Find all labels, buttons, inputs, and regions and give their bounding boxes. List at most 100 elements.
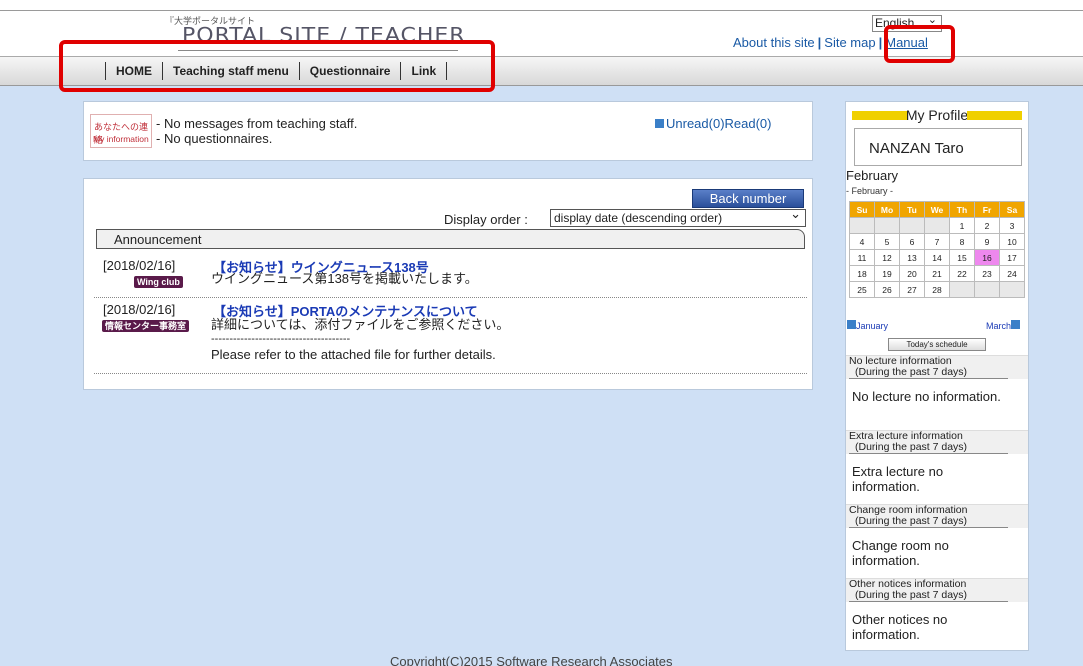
- calendar-day[interactable]: 1: [949, 217, 975, 234]
- about-link[interactable]: About this site: [733, 35, 815, 50]
- sitemap-link[interactable]: Site map: [824, 35, 875, 50]
- info-heading: Change room information (During the past …: [846, 504, 1028, 528]
- profile-heading: My Profile: [846, 107, 1028, 125]
- nav-teaching-staff-menu[interactable]: Teaching staff menu: [163, 62, 300, 80]
- profile-sidebar: My Profile NANZAN Taro February - Februa…: [845, 101, 1029, 651]
- calendar-day[interactable]: 23: [974, 265, 1000, 282]
- info-body: No lecture no information.: [852, 389, 1001, 404]
- info-body: Extra lecture no information.: [852, 464, 944, 494]
- calendar-day[interactable]: 11: [849, 249, 875, 266]
- calendar-day[interactable]: 19: [874, 265, 900, 282]
- weekday-mon: Mo: [874, 201, 900, 218]
- announcements-panel: Back number Display order : display date…: [83, 178, 813, 390]
- todays-schedule-button[interactable]: Today's schedule: [888, 338, 986, 351]
- info-subtitle: (During the past 7 days): [849, 442, 1008, 454]
- calendar-day[interactable]: 28: [924, 281, 950, 298]
- announcement-body-divider: --------------------------------------: [211, 333, 351, 345]
- manual-link[interactable]: Manual: [885, 35, 928, 50]
- calendar-day[interactable]: 7: [924, 233, 950, 250]
- calendar-day[interactable]: 14: [924, 249, 950, 266]
- announcement-item: [2018/02/16] Wing club 【お知らせ】ウイングニュース138…: [94, 258, 807, 298]
- profile-heading-label: My Profile: [905, 107, 969, 123]
- calendar-day[interactable]: 8: [949, 233, 975, 250]
- announcement-date: [2018/02/16]: [103, 258, 176, 273]
- announcement-badge: Wing club: [134, 276, 183, 288]
- header-divider: [0, 10, 1083, 11]
- calendar-day[interactable]: 2: [974, 217, 1000, 234]
- calendar-day[interactable]: 25: [849, 281, 875, 298]
- calendar-blank: [924, 217, 950, 234]
- icon-label-en: My information: [93, 134, 149, 144]
- info-heading: No lecture information (During the past 7…: [846, 355, 1028, 379]
- calendar-day[interactable]: 24: [999, 265, 1025, 282]
- info-heading: Extra lecture information (During the pas…: [846, 430, 1028, 454]
- weekday-sat: Sa: [999, 201, 1025, 218]
- logo-underline: [178, 50, 458, 51]
- nav-link[interactable]: Link: [401, 62, 448, 80]
- messages-panel: あなたへの連絡 My information - No messages fro…: [83, 101, 813, 161]
- site-logo[interactable]: PORTAL SITE / TEACHER: [182, 24, 466, 47]
- weekday-tue: Tu: [899, 201, 925, 218]
- calendar-blank: [999, 281, 1025, 298]
- calendar-day[interactable]: 6: [899, 233, 925, 250]
- calendar-day[interactable]: 9: [974, 233, 1000, 250]
- info-body: Other notices no information.: [852, 612, 948, 642]
- announcement-body: ウイングニュース第138号を掲載いたします。: [211, 271, 478, 286]
- calendar-day[interactable]: 13: [899, 249, 925, 266]
- weekday-fri: Fr: [974, 201, 1000, 218]
- calendar-blank: [974, 281, 1000, 298]
- language-select[interactable]: English: [872, 15, 942, 32]
- arrow-right-icon: [655, 119, 664, 128]
- weekday-wed: We: [924, 201, 950, 218]
- announcement-badge: 情報センター事務室: [102, 320, 190, 332]
- calendar-day-today[interactable]: 16: [974, 249, 1000, 266]
- calendar-blank: [874, 217, 900, 234]
- announcement-item: [2018/02/16] 情報センター事務室 【お知らせ】PORTAのメンテナン…: [94, 302, 807, 374]
- calendar-day[interactable]: 18: [849, 265, 875, 282]
- arrow-left-icon: [847, 320, 856, 329]
- heading-bar: [852, 111, 907, 120]
- calendar-day[interactable]: 12: [874, 249, 900, 266]
- announcement-body: Please refer to the attached file for fu…: [211, 347, 496, 362]
- calendar-day[interactable]: 27: [899, 281, 925, 298]
- nav-questionnaire[interactable]: Questionnaire: [300, 62, 402, 80]
- message-line: - No messages from teaching staff.: [156, 116, 358, 131]
- weekday-thu: Th: [949, 201, 975, 218]
- calendar-blank: [899, 217, 925, 234]
- heading-bar: [967, 111, 1022, 120]
- calendar-day[interactable]: 22: [949, 265, 975, 282]
- nav-home[interactable]: HOME: [106, 62, 163, 80]
- calendar-day[interactable]: 26: [874, 281, 900, 298]
- calendar-blank: [849, 217, 875, 234]
- header: 『大学ポータルサイト PORTAL SITE / TEACHER English…: [0, 0, 1083, 56]
- weekday-sun: Su: [849, 201, 875, 218]
- display-order-label: Display order :: [444, 212, 528, 227]
- calendar-day[interactable]: 4: [849, 233, 875, 250]
- calendar-subtitle: - February -: [846, 186, 894, 196]
- main-nav: HOME Teaching staff menu Questionnaire L…: [0, 56, 1083, 86]
- calendar-day[interactable]: 5: [874, 233, 900, 250]
- calendar-day[interactable]: 10: [999, 233, 1025, 250]
- announcement-header: Announcement: [96, 229, 805, 249]
- calendar-day[interactable]: 21: [924, 265, 950, 282]
- unread-read-link[interactable]: Unread(0)Read(0): [655, 116, 772, 131]
- info-heading: Other notices information (During the pas…: [846, 578, 1028, 602]
- back-number-button[interactable]: Back number: [692, 189, 804, 208]
- profile-name: NANZAN Taro: [854, 128, 1022, 166]
- unread-read-label: Unread(0)Read(0): [666, 116, 772, 131]
- calendar-day[interactable]: 20: [899, 265, 925, 282]
- calendar-next-label: March: [986, 321, 1012, 331]
- display-order-select[interactable]: display date (descending order): [550, 206, 806, 227]
- calendar-day[interactable]: 3: [999, 217, 1025, 234]
- calendar-day[interactable]: 15: [949, 249, 975, 266]
- announcement-date: [2018/02/16]: [103, 302, 176, 317]
- calendar-next-month[interactable]: March: [986, 320, 1021, 331]
- my-information-icon[interactable]: あなたへの連絡 My information: [90, 114, 152, 148]
- calendar-prev-month[interactable]: January: [847, 320, 888, 331]
- top-links: About this site | Site map | Manual: [733, 35, 928, 50]
- calendar: Su Mo Tu We Th Fr Sa 123 4 5 6 7 8 9 10 11 12 13…: [849, 201, 1025, 298]
- info-subtitle: (During the past 7 days): [849, 516, 1008, 528]
- calendar-day[interactable]: 17: [999, 249, 1025, 266]
- questionnaire-line: - No questionnaires.: [156, 131, 273, 146]
- copyright: Copyright(C)2015 Software Research Assoc…: [390, 654, 673, 666]
